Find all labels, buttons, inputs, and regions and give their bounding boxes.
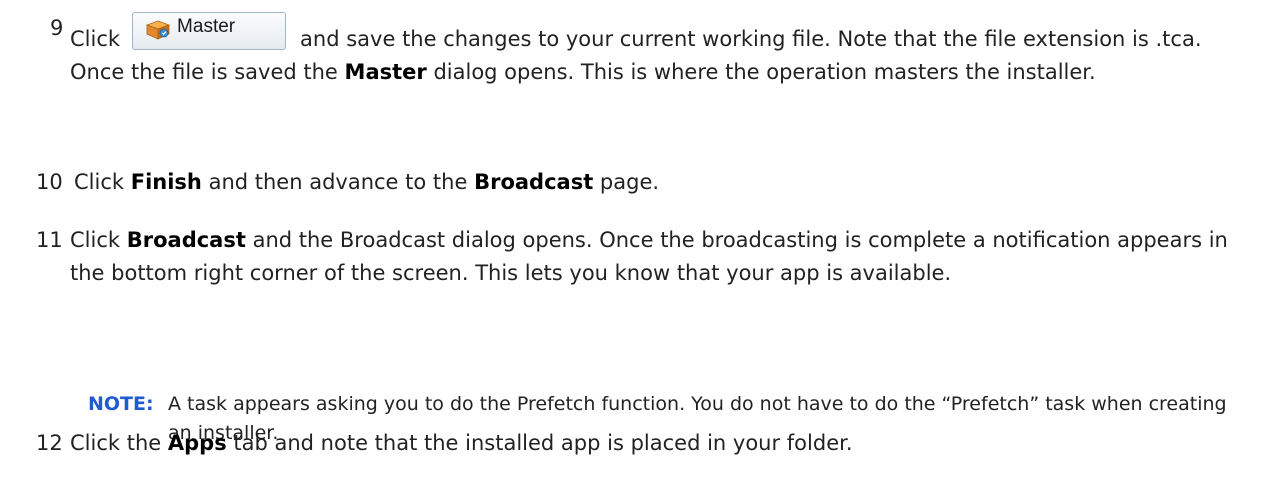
step-text: Click the Apps tab and note that the ins…: [70, 427, 1250, 460]
step-text-part: dialog opens. This is where the operatio…: [433, 60, 1096, 84]
step-bold-term: Master: [344, 60, 427, 84]
step-text-part: Click: [74, 170, 125, 194]
step-text-part: page.: [599, 170, 660, 194]
note-label: NOTE:: [88, 393, 154, 415]
step-bold-term: Finish: [130, 170, 202, 194]
step-text-part: Click: [70, 228, 121, 252]
step-number: 12: [36, 431, 63, 455]
step-text-part: tab and note that the installed app is p…: [233, 431, 853, 455]
step-text-part: Click: [70, 27, 121, 51]
step-number: 10: [36, 170, 63, 194]
step-number: 11: [36, 228, 63, 252]
master-button-label: Master: [177, 16, 236, 37]
step-text: Click Master and save the changes to your…: [70, 12, 1250, 89]
step-text-part: and then advance to the: [208, 170, 468, 194]
step-text: Click Broadcast and the Broadcast dialog…: [70, 224, 1250, 290]
step-bold-term: Broadcast: [474, 170, 594, 194]
package-box-icon: [146, 20, 171, 40]
step-bold-term: Apps: [167, 431, 227, 455]
step-bold-term: Broadcast: [126, 228, 246, 252]
step-text: Click Finish and then advance to the Bro…: [74, 166, 1254, 199]
step-number: 9: [50, 16, 64, 40]
master-button[interactable]: Master: [132, 12, 287, 50]
step-text-part: Click the: [70, 431, 162, 455]
